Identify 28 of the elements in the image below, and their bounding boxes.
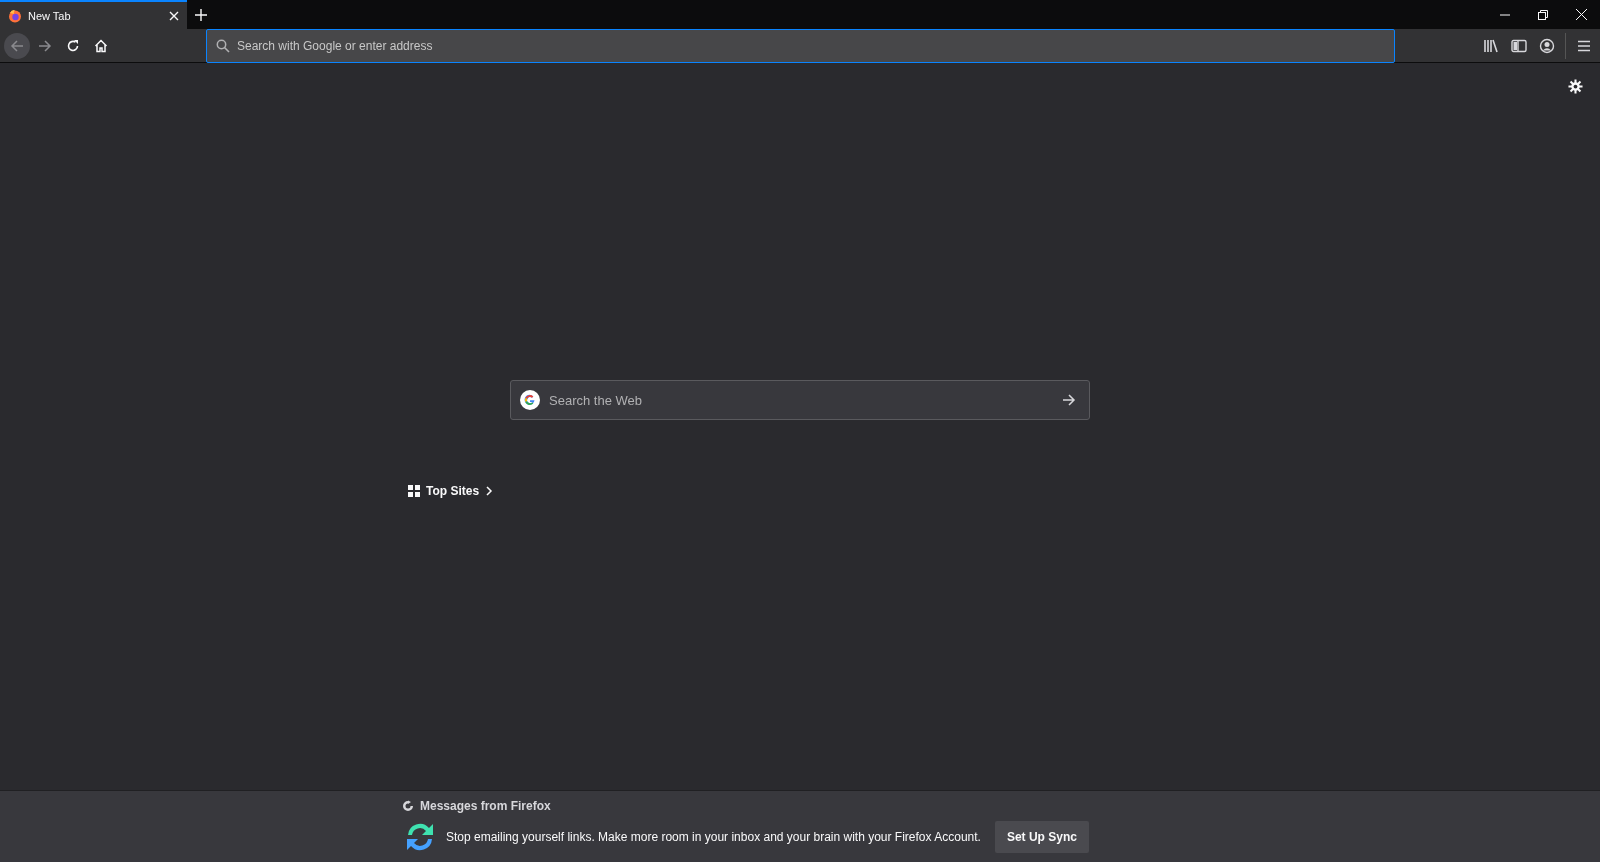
restore-icon[interactable] — [1538, 9, 1548, 20]
plus-icon[interactable] — [195, 8, 207, 21]
address-bar[interactable]: Search with Google or enter address — [206, 28, 1395, 63]
forward-arrow-icon[interactable] — [38, 38, 52, 53]
top-sites-toggle[interactable]: Top Sites — [408, 484, 494, 498]
grid-icon — [408, 485, 420, 497]
back-arrow-icon — [10, 38, 24, 53]
search-icon — [216, 38, 230, 53]
back-button[interactable] — [4, 32, 30, 59]
menu-icon[interactable] — [1577, 39, 1591, 52]
google-logo-icon — [520, 390, 540, 410]
reload-icon[interactable] — [66, 38, 80, 53]
chevron-icon — [485, 486, 494, 496]
set-up-sync-button[interactable]: Set Up Sync — [994, 821, 1089, 853]
message-text: Stop emailing yourself links. Make more room in your inbox and your brain with your Firefox Account. — [446, 830, 981, 844]
web-search-field[interactable]: Search the Web — [510, 380, 1090, 420]
arrow-icon[interactable] — [1062, 393, 1076, 407]
account-icon[interactable] — [1539, 37, 1555, 54]
settings-icon[interactable] — [1568, 79, 1583, 94]
home-icon[interactable] — [94, 38, 108, 53]
library-icon[interactable] — [1483, 38, 1499, 53]
minimize-icon[interactable] — [1500, 13, 1510, 16]
messages-title: Messages from Firefox — [420, 799, 551, 813]
tab-title: New Tab — [28, 9, 72, 22]
close-tab-icon[interactable] — [169, 10, 179, 21]
close-icon[interactable] — [1575, 9, 1587, 20]
browser-tab[interactable]: New Tab — [0, 0, 187, 29]
sidebar-icon[interactable] — [1511, 38, 1527, 53]
